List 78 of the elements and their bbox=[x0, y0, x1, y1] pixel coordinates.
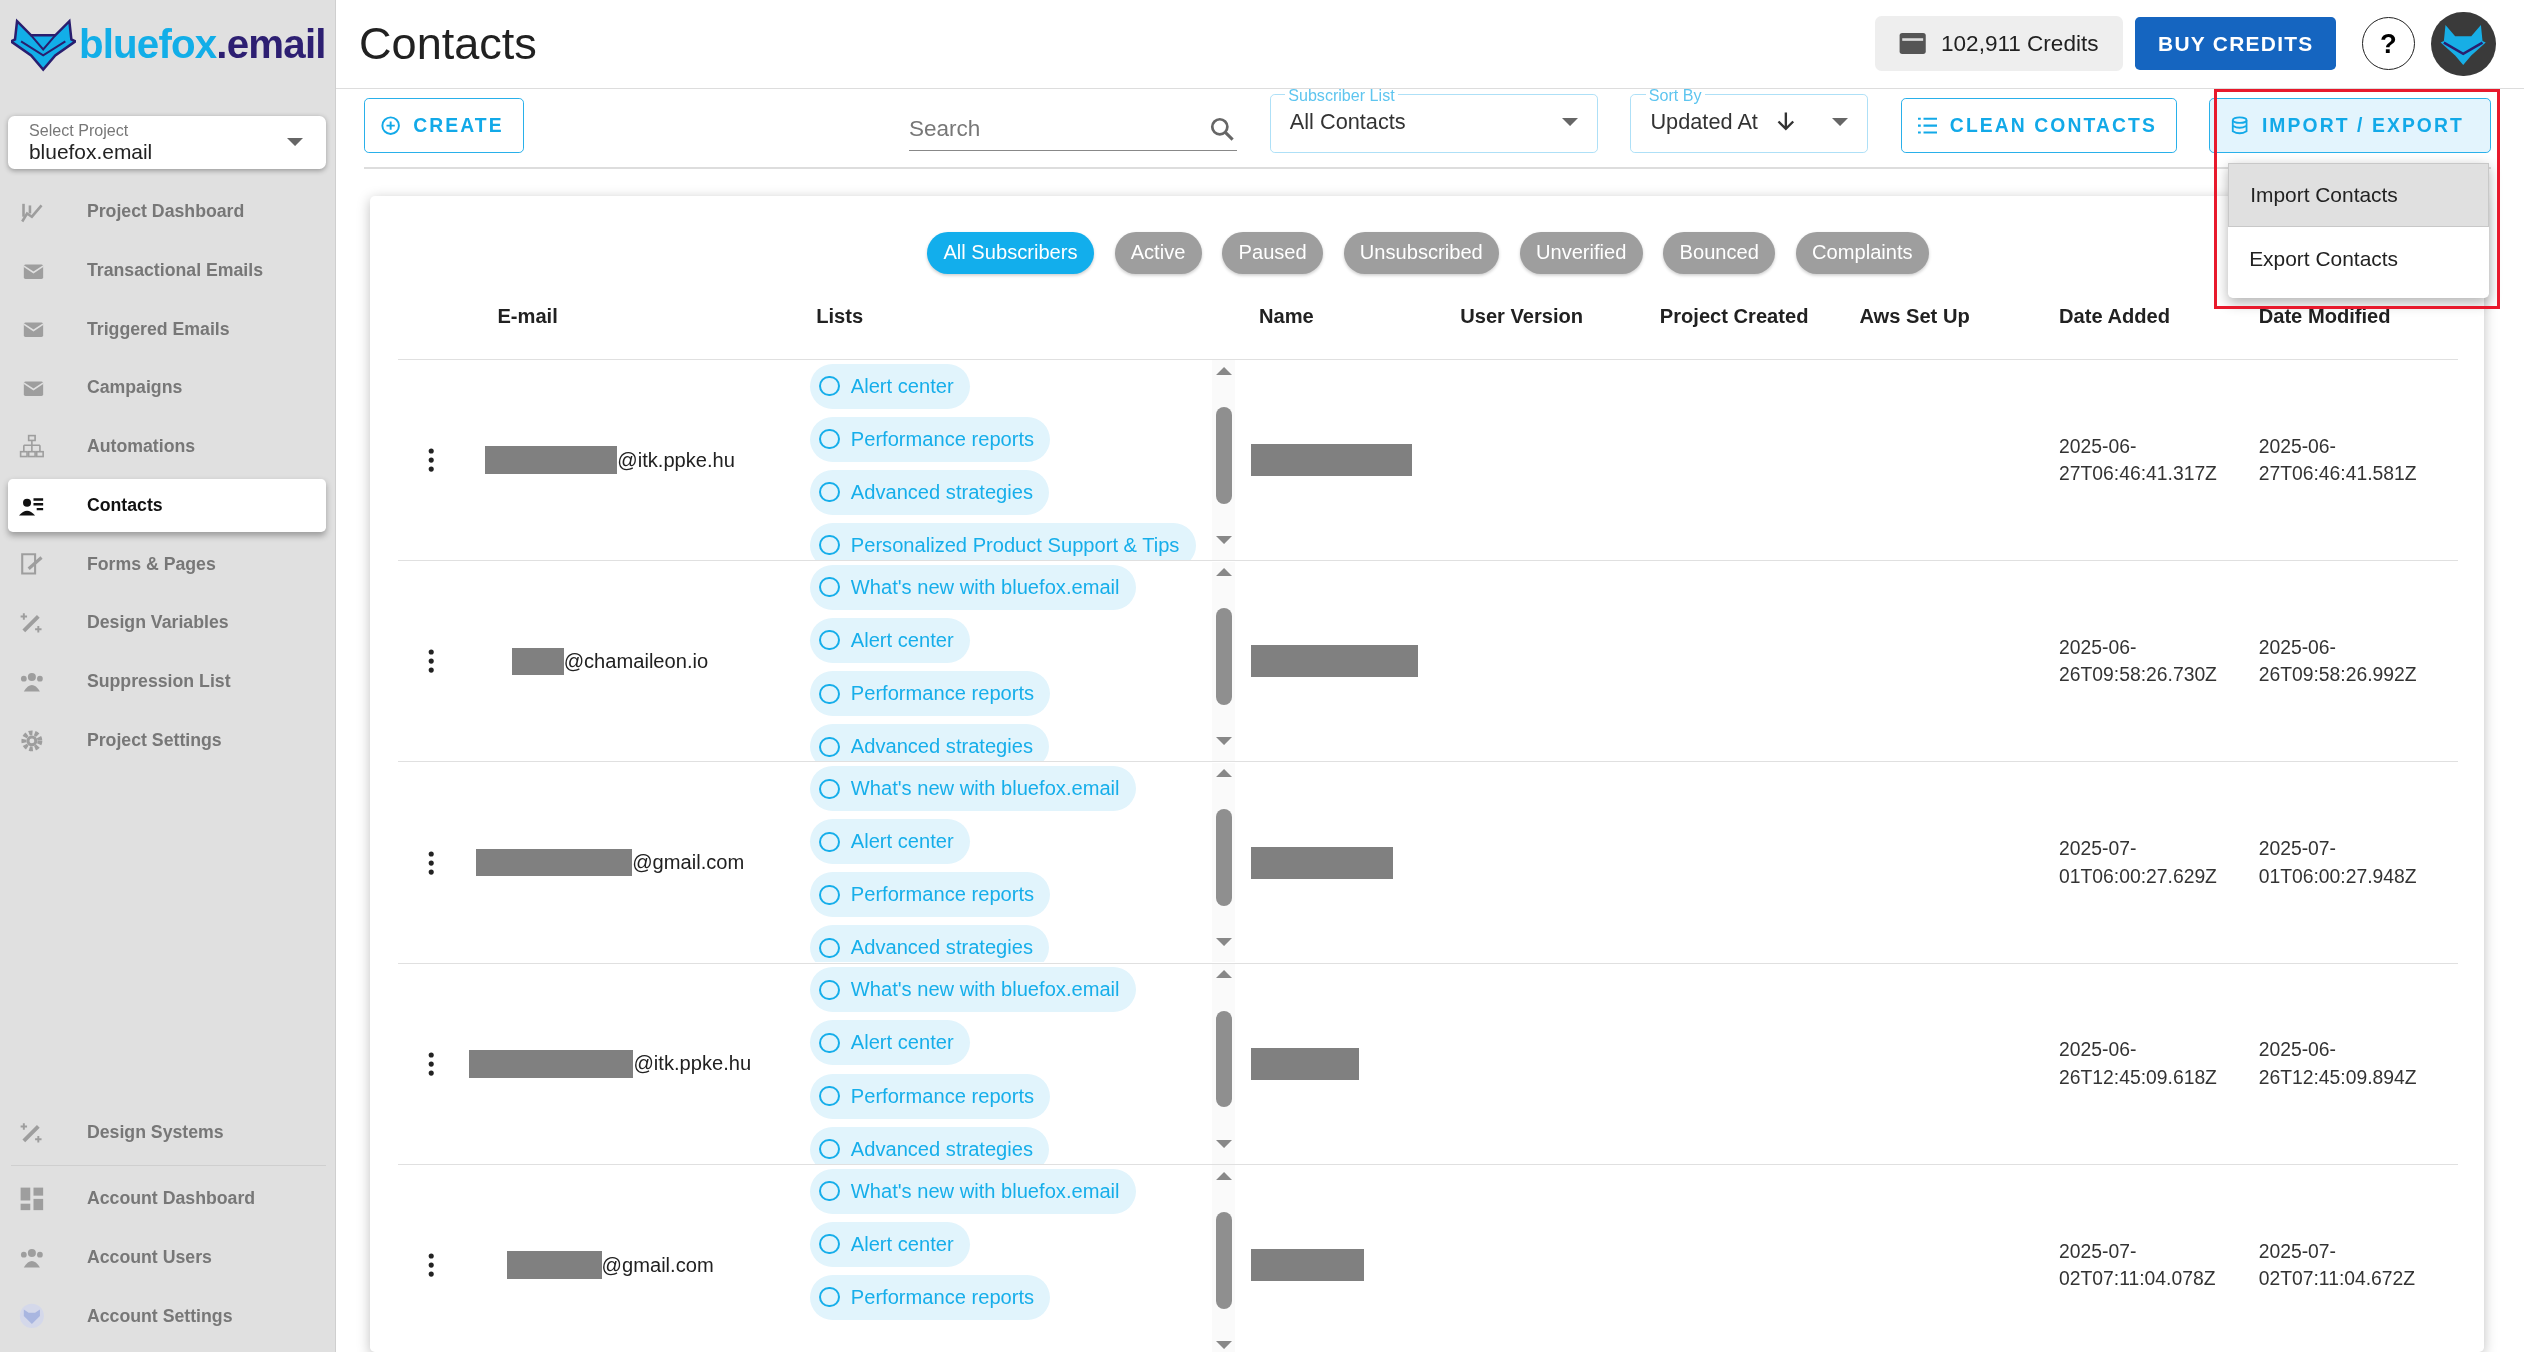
logo-suffix: .email bbox=[216, 22, 326, 69]
list-chip[interactable]: Alert center bbox=[809, 1020, 970, 1066]
list-chip[interactable]: Performance reports bbox=[809, 1274, 1051, 1320]
list-chip[interactable]: Alert center bbox=[809, 1221, 970, 1267]
credits-balance: 102,911 Credits bbox=[1941, 30, 2099, 57]
list-chip[interactable]: Performance reports bbox=[809, 1073, 1051, 1119]
date-text: 2025-06-27T06:46:41.581Z bbox=[2258, 434, 2418, 487]
subscriber-list-select[interactable]: Subscriber List All Contacts bbox=[1269, 86, 1598, 153]
search-field[interactable]: Search bbox=[908, 116, 1210, 143]
filter-chip[interactable]: Complaints bbox=[1796, 231, 1929, 274]
nav-item[interactable]: Project Dashboard bbox=[8, 185, 326, 239]
list-chip[interactable]: Performance reports bbox=[809, 671, 1051, 717]
nav-item[interactable]: Automations bbox=[8, 420, 326, 474]
column-header[interactable]: Aws Set Up bbox=[1846, 304, 2047, 328]
nav-item[interactable]: Campaigns bbox=[8, 361, 326, 415]
filter-chip[interactable]: Bounced bbox=[1663, 231, 1776, 274]
date-text: 2025-06-26T09:58:26.730Z bbox=[2059, 636, 2218, 688]
nav-item[interactable]: Suppression List bbox=[8, 655, 326, 709]
help-button[interactable]: ? bbox=[2361, 17, 2415, 71]
list-chip[interactable]: What's new with bluefox.email bbox=[809, 564, 1136, 610]
email-text: @itk.ppke.hu bbox=[633, 1052, 752, 1076]
list-chip[interactable]: Advanced strategies bbox=[809, 1126, 1050, 1164]
column-header[interactable]: User Version bbox=[1447, 304, 1647, 328]
list-chip[interactable]: Alert center bbox=[809, 363, 970, 409]
list-chip[interactable]: Alert center bbox=[809, 617, 970, 663]
date-text: 2025-07-02T07:11:04.672Z bbox=[2258, 1239, 2417, 1292]
date-text: 2025-07-02T07:11:04.078Z bbox=[2059, 1239, 2217, 1292]
nav-item[interactable]: Contacts bbox=[8, 478, 326, 532]
list-chip[interactable]: Personalized Product Support & Tips bbox=[809, 522, 1196, 560]
list-chip[interactable]: Performance reports bbox=[809, 872, 1051, 918]
date-text: 2025-07-01T06:00:27.948Z bbox=[2258, 837, 2418, 889]
column-header[interactable]: Lists bbox=[803, 304, 1242, 328]
nav-item[interactable]: Triggered Emails bbox=[8, 302, 326, 356]
email-text: @gmail.com bbox=[601, 1253, 714, 1277]
page-title: Contacts bbox=[359, 17, 538, 70]
column-header[interactable]: Date Modified bbox=[2245, 304, 2459, 328]
buy-credits-button[interactable]: BUY CREDITS bbox=[2135, 17, 2337, 71]
filter-chip[interactable]: Active bbox=[1114, 231, 1202, 274]
sort-by-select[interactable]: Sort By Updated At bbox=[1630, 86, 1869, 153]
filter-chip[interactable]: Unverified bbox=[1519, 231, 1643, 274]
date-text: 2025-07-01T06:00:27.629Z bbox=[2059, 837, 2218, 889]
project-select[interactable]: Select Project bluefox.email bbox=[8, 115, 326, 169]
column-header[interactable]: E-mail bbox=[465, 304, 804, 328]
email-text: @itk.ppke.hu bbox=[617, 448, 735, 472]
nav-item[interactable]: Transactional Emails bbox=[8, 243, 326, 297]
menu-item[interactable]: Export Contacts bbox=[2228, 227, 2490, 292]
nav-item[interactable]: Design Systems bbox=[8, 1106, 326, 1160]
date-text: 2025-06-26T12:45:09.618Z bbox=[2059, 1038, 2218, 1090]
menu-item[interactable]: Import Contacts bbox=[2228, 162, 2490, 227]
nav-item[interactable]: Forms & Pages bbox=[8, 537, 326, 591]
column-header[interactable]: Date Added bbox=[2046, 304, 2246, 328]
create-button[interactable]: CREATE bbox=[363, 98, 524, 153]
email-text: @chamaileon.io bbox=[563, 649, 709, 673]
nav-item[interactable]: Account Dashboard bbox=[8, 1172, 326, 1226]
list-chip[interactable]: Advanced strategies bbox=[809, 724, 1050, 762]
list-chip[interactable]: Alert center bbox=[809, 819, 970, 865]
list-chip[interactable]: What's new with bluefox.email bbox=[809, 967, 1136, 1013]
filter-chip[interactable]: All Subscribers bbox=[927, 231, 1094, 274]
list-chip[interactable]: Advanced strategies bbox=[809, 925, 1050, 963]
column-header[interactable]: Project Created bbox=[1646, 304, 1847, 328]
logo-name: bluefox bbox=[78, 22, 217, 69]
list-chip[interactable]: What's new with bluefox.email bbox=[809, 766, 1136, 812]
column-header[interactable]: Name bbox=[1241, 304, 1448, 328]
nav-item[interactable]: Account Settings bbox=[8, 1289, 326, 1343]
date-text: 2025-06-26T12:45:09.894Z bbox=[2258, 1038, 2418, 1090]
list-chip[interactable]: Performance reports bbox=[809, 416, 1051, 462]
filter-chip[interactable]: Unsubscribed bbox=[1343, 231, 1499, 274]
nav-item[interactable]: Project Settings bbox=[8, 713, 326, 767]
nav-item[interactable]: Account Users bbox=[8, 1230, 326, 1284]
date-text: 2025-06-26T09:58:26.992Z bbox=[2258, 636, 2418, 688]
import-export-button[interactable]: IMPORT / EXPORT bbox=[2209, 98, 2491, 153]
email-text: @gmail.com bbox=[632, 851, 745, 875]
list-chip[interactable]: Advanced strategies bbox=[809, 469, 1050, 515]
list-chip[interactable]: What's new with bluefox.email bbox=[809, 1168, 1136, 1214]
clean-contacts-button[interactable]: CLEAN CONTACTS bbox=[1900, 98, 2178, 153]
date-text: 2025-06-27T06:46:41.317Z bbox=[2059, 434, 2218, 487]
filter-chip[interactable]: Paused bbox=[1222, 231, 1323, 274]
nav-item[interactable]: Design Variables bbox=[8, 596, 326, 650]
